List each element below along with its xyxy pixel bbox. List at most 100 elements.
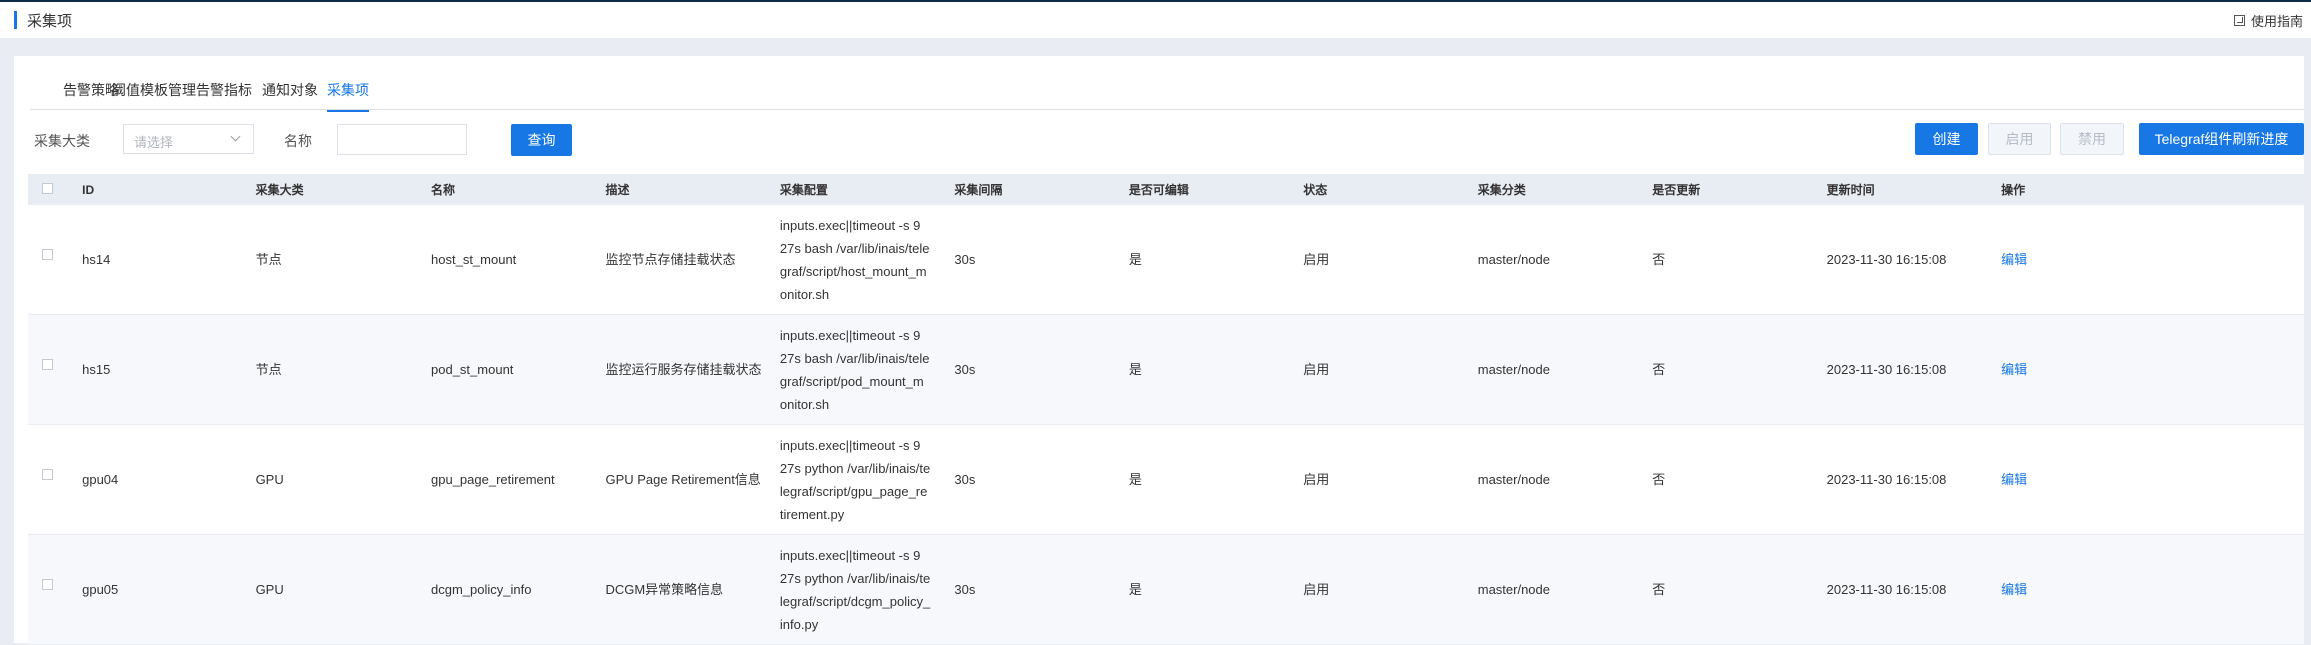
cell-config: inputs.exec||timeout -s 9 27s bash /var/… (767, 205, 943, 315)
chevron-down-icon (230, 131, 241, 142)
select-all-checkbox[interactable] (42, 182, 53, 194)
page-title-text: 采集项 (27, 12, 73, 30)
cell-interval: 30s (942, 424, 1117, 535)
cell-action: 编辑 (1989, 534, 2304, 645)
cell-editable: 是 (1116, 314, 1292, 425)
cell-classification: master/node (1465, 424, 1641, 535)
user-guide-label: 使用指南 (2250, 13, 2303, 29)
cell-classification: master/node (1465, 314, 1641, 425)
cell-action: 编辑 (1989, 424, 2304, 535)
telegraf-refresh-button[interactable]: Telegraf组件刷新进度 (2139, 123, 2304, 155)
column-header: 更新时间 (1814, 174, 1990, 205)
cell-editable: 是 (1116, 424, 1292, 535)
cell-status: 启用 (1291, 314, 1466, 425)
cell-name: host_st_mount (419, 205, 594, 315)
cell-updated: 否 (1640, 424, 1815, 535)
name-input[interactable] (337, 124, 467, 155)
cell-category: GPU (243, 424, 420, 535)
tab-collection-items[interactable]: 采集项 (327, 80, 369, 112)
cell-update-time: 2023-11-30 16:15:08 (1814, 534, 1990, 645)
table-row: hs14 节点 host_st_mount 监控节点存储挂载状态 inputs.… (28, 205, 2304, 315)
select-all-cell (28, 174, 71, 205)
row-checkbox[interactable] (42, 579, 53, 590)
cell-interval: 30s (942, 314, 1117, 425)
column-header: 采集配置 (767, 174, 943, 205)
cell-category: 节点 (243, 314, 420, 425)
category-select[interactable]: 请选择 (123, 124, 254, 154)
cell-editable: 是 (1116, 205, 1292, 315)
user-guide-link[interactable]: 使用指南 (2233, 11, 2303, 30)
external-link-icon (2233, 14, 2245, 26)
main-card: 告警策略 阈值模板管理 告警指标 通知对象 采集项 采集大类 请选择 名称 查询… (14, 56, 2304, 645)
edit-link[interactable]: 编辑 (2001, 582, 2027, 597)
tab-alert-metrics[interactable]: 告警指标 (196, 80, 252, 110)
row-select-cell (28, 424, 71, 535)
row-checkbox[interactable] (42, 469, 53, 480)
tab-notify-target[interactable]: 通知对象 (262, 80, 318, 110)
cell-updated: 否 (1640, 534, 1815, 645)
cell-action: 编辑 (1989, 314, 2304, 425)
column-header: 状态 (1291, 174, 1466, 205)
cell-category: 节点 (243, 205, 420, 315)
column-header: 是否可编辑 (1116, 174, 1292, 205)
query-button[interactable]: 查询 (511, 124, 572, 156)
cell-id: gpu04 (70, 424, 244, 535)
cell-id: gpu05 (70, 534, 244, 645)
edit-link[interactable]: 编辑 (2001, 362, 2027, 377)
row-select-cell (28, 314, 71, 425)
category-filter-label: 采集大类 (34, 133, 90, 149)
row-select-cell (28, 534, 71, 645)
table-row: gpu05 GPU dcgm_policy_info DCGM异常策略信息 in… (28, 534, 2304, 645)
cell-category: GPU (243, 534, 420, 645)
cell-interval: 30s (942, 205, 1117, 315)
collection-table: ID 采集大类 名称 描述 采集配置 采集间隔 是否可编辑 状态 采集分类 是否… (28, 174, 2304, 645)
cell-updated: 否 (1640, 314, 1815, 425)
cell-id: hs14 (70, 205, 244, 315)
tab-threshold-template[interactable]: 阈值模板管理 (112, 80, 196, 110)
column-header: 采集间隔 (942, 174, 1117, 205)
cell-desc: 监控节点存储挂载状态 (593, 205, 768, 315)
cell-classification: master/node (1465, 534, 1641, 645)
cell-editable: 是 (1116, 534, 1292, 645)
column-header: 描述 (593, 174, 768, 205)
cell-name: gpu_page_retirement (419, 424, 594, 535)
column-header: 操作 (1989, 174, 2304, 205)
enable-button[interactable]: 启用 (1988, 123, 2051, 155)
cell-name: dcgm_policy_info (419, 534, 594, 645)
row-select-cell (28, 205, 71, 315)
page-title: 采集项 (14, 10, 72, 31)
cell-desc: 监控运行服务存储挂载状态 (593, 314, 768, 425)
cell-classification: master/node (1465, 205, 1641, 315)
edit-link[interactable]: 编辑 (2001, 252, 2027, 267)
row-checkbox[interactable] (42, 249, 53, 260)
column-header: 名称 (419, 174, 594, 205)
category-select-placeholder: 请选择 (134, 135, 174, 150)
cell-desc: DCGM异常策略信息 (593, 534, 768, 645)
title-accent-bar (14, 11, 17, 29)
column-header: 是否更新 (1640, 174, 1815, 205)
table-header-row: ID 采集大类 名称 描述 采集配置 采集间隔 是否可编辑 状态 采集分类 是否… (28, 174, 2304, 205)
cell-desc: GPU Page Retirement信息 (593, 424, 768, 535)
top-bar: 采集项 使用指南 (0, 2, 2311, 38)
cell-config: inputs.exec||timeout -s 9 27s python /va… (767, 534, 943, 645)
cell-interval: 30s (942, 534, 1117, 645)
cell-action: 编辑 (1989, 205, 2304, 315)
cell-config: inputs.exec||timeout -s 9 27s bash /var/… (767, 314, 943, 425)
filter-bar: 采集大类 请选择 名称 查询 创建 启用 禁用 Telegraf组件刷新进度 (28, 122, 2304, 156)
table-row: hs15 节点 pod_st_mount 监控运行服务存储挂载状态 inputs… (28, 314, 2304, 425)
cell-status: 启用 (1291, 424, 1466, 535)
cell-status: 启用 (1291, 205, 1466, 315)
cell-update-time: 2023-11-30 16:15:08 (1814, 424, 1990, 535)
column-header: 采集大类 (243, 174, 420, 205)
cell-status: 启用 (1291, 534, 1466, 645)
cell-config: inputs.exec||timeout -s 9 27s python /va… (767, 424, 943, 535)
cell-name: pod_st_mount (419, 314, 594, 425)
name-filter-label: 名称 (284, 133, 312, 149)
table-row: gpu04 GPU gpu_page_retirement GPU Page R… (28, 424, 2304, 535)
edit-link[interactable]: 编辑 (2001, 472, 2027, 487)
column-header: 采集分类 (1465, 174, 1641, 205)
create-button[interactable]: 创建 (1915, 123, 1978, 155)
row-checkbox[interactable] (42, 359, 53, 370)
disable-button[interactable]: 禁用 (2060, 123, 2124, 155)
tab-alert-policy[interactable]: 告警策略 (63, 80, 119, 110)
